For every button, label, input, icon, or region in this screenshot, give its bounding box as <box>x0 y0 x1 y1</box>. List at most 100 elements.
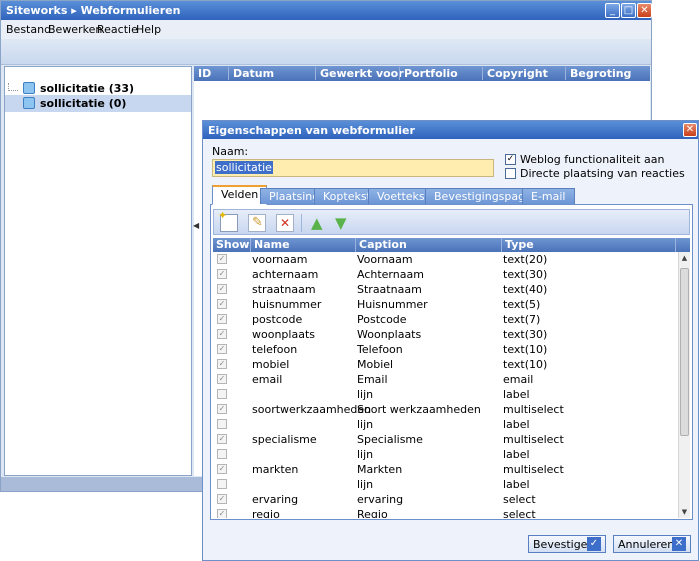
menu-reactie[interactable]: Reactie <box>97 23 138 36</box>
field-type: multiselect <box>503 463 564 476</box>
move-down-icon[interactable] <box>334 214 352 232</box>
col-id[interactable]: ID <box>194 67 211 80</box>
show-checkbox[interactable]: ✓ <box>217 434 227 444</box>
field-name: mobiel <box>252 358 290 371</box>
menu-bewerken[interactable]: Bewerken <box>48 23 102 36</box>
field-type: text(7) <box>503 313 541 326</box>
show-checkbox[interactable] <box>217 419 227 429</box>
col-show[interactable]: Show <box>213 238 249 252</box>
field-caption: Postcode <box>357 313 407 326</box>
weblog-checkbox[interactable]: ✓ <box>505 154 516 165</box>
scroll-up-icon[interactable]: ▲ <box>679 252 690 264</box>
field-type: text(30) <box>503 268 548 281</box>
tree-item-label: sollicitatie (33) <box>40 81 135 95</box>
weblog-option[interactable]: ✓ Weblog functionaliteit aan <box>505 153 664 166</box>
show-checkbox[interactable]: ✓ <box>217 254 227 264</box>
field-row[interactable]: ✓ mobiel Mobiel text(10) <box>213 357 677 372</box>
tab-velden[interactable]: Velden <box>212 185 268 205</box>
field-type: text(10) <box>503 343 548 356</box>
new-field-icon[interactable] <box>218 209 238 232</box>
field-row[interactable]: lijn label <box>213 447 677 462</box>
field-name: markten <box>252 463 299 476</box>
show-checkbox[interactable]: ✓ <box>217 509 227 518</box>
field-type: email <box>503 373 534 386</box>
field-name: huisnummer <box>252 298 322 311</box>
tab-email[interactable]: E-mail <box>522 188 575 204</box>
tree-connector <box>8 83 18 91</box>
show-checkbox[interactable]: ✓ <box>217 284 227 294</box>
field-row[interactable]: ✓ postcode Postcode text(7) <box>213 312 677 327</box>
col-type[interactable]: Type <box>501 238 534 252</box>
form-icon <box>23 82 35 94</box>
col-spacer <box>675 238 690 252</box>
show-checkbox[interactable]: ✓ <box>217 299 227 309</box>
menu-bestand[interactable]: Bestand <box>6 23 51 36</box>
scroll-down-icon[interactable]: ▼ <box>679 506 690 518</box>
tree-item-sollicitatie-33[interactable]: sollicitatie (33) <box>23 80 134 96</box>
confirm-button[interactable]: Bevestigen ✓ <box>528 535 606 553</box>
show-checkbox[interactable] <box>217 479 227 489</box>
show-checkbox[interactable] <box>217 449 227 459</box>
tree-item-sollicitatie-0[interactable]: sollicitatie (0) <box>23 95 126 111</box>
field-row[interactable]: ✓ telefoon Telefoon text(10) <box>213 342 677 357</box>
splitter-arrow-icon[interactable]: ◀ <box>193 221 201 233</box>
edit-field-icon[interactable] <box>248 214 266 232</box>
maximize-button[interactable]: □ <box>621 3 636 18</box>
field-name: achternaam <box>252 268 319 281</box>
fields-header: Show Name Caption Type <box>213 238 690 252</box>
field-row[interactable]: ✓ achternaam Achternaam text(30) <box>213 267 677 282</box>
col-copyright[interactable]: Copyright <box>482 67 548 80</box>
confirm-label: Bevestigen <box>533 538 595 551</box>
dialog-close-button[interactable]: ✕ <box>683 123 697 137</box>
field-type: text(5) <box>503 298 541 311</box>
field-row[interactable]: ✓ soortwerkzaamheden Soort werkzaamheden mu… <box>213 402 677 417</box>
show-checkbox[interactable]: ✓ <box>217 464 227 474</box>
show-checkbox[interactable] <box>217 389 227 399</box>
show-checkbox[interactable]: ✓ <box>217 404 227 414</box>
col-gewerkt-voor[interactable]: Gewerkt voor <box>315 67 404 80</box>
field-row[interactable]: ✓ specialisme Specialisme multiselect <box>213 432 677 447</box>
field-row[interactable]: lijn label <box>213 477 677 492</box>
col-datum[interactable]: Datum <box>228 67 274 80</box>
col-begroting[interactable]: Begroting <box>565 67 631 80</box>
field-row[interactable]: lijn label <box>213 417 677 432</box>
main-toolbar <box>1 39 651 65</box>
field-row[interactable]: ✓ regio Regio select <box>213 507 677 518</box>
menu-help[interactable]: Help <box>136 23 161 36</box>
naam-value: sollicitatie <box>215 161 273 174</box>
close-button[interactable]: ✕ <box>637 3 652 18</box>
field-type: select <box>503 508 536 518</box>
main-window-title: Siteworks ▸ Webformulieren <box>1 1 651 20</box>
field-caption: Specialisme <box>357 433 423 446</box>
field-row[interactable]: ✓ straatnaam Straatnaam text(40) <box>213 282 677 297</box>
field-row[interactable]: ✓ email Email email <box>213 372 677 387</box>
fields-scrollbar[interactable]: ▲ ▼ <box>678 252 690 518</box>
move-up-icon[interactable] <box>310 214 328 232</box>
velden-panel: Show Name Caption Type ✓ voornaam Voornaam… <box>210 205 693 520</box>
col-name[interactable]: Name <box>250 238 290 252</box>
field-row[interactable]: ✓ markten Markten multiselect <box>213 462 677 477</box>
show-checkbox[interactable]: ✓ <box>217 374 227 384</box>
field-row[interactable]: ✓ voornaam Voornaam text(20) <box>213 252 677 267</box>
field-row[interactable]: ✓ huisnummer Huisnummer text(5) <box>213 297 677 312</box>
col-caption[interactable]: Caption <box>355 238 407 252</box>
delete-field-icon[interactable] <box>276 214 294 232</box>
field-type: text(10) <box>503 358 548 371</box>
show-checkbox[interactable]: ✓ <box>217 344 227 354</box>
minimize-button[interactable]: _ <box>605 3 620 18</box>
col-portfolio[interactable]: Portfolio <box>399 67 458 80</box>
naam-input[interactable]: sollicitatie <box>212 159 494 177</box>
show-checkbox[interactable]: ✓ <box>217 494 227 504</box>
form-icon <box>23 97 35 109</box>
direct-checkbox[interactable] <box>505 168 516 179</box>
show-checkbox[interactable]: ✓ <box>217 314 227 324</box>
field-row[interactable]: lijn label <box>213 387 677 402</box>
show-checkbox[interactable]: ✓ <box>217 329 227 339</box>
cancel-button[interactable]: Annuleren ✕ <box>613 535 691 553</box>
show-checkbox[interactable]: ✓ <box>217 269 227 279</box>
direct-option[interactable]: Directe plaatsing van reacties <box>505 167 685 180</box>
show-checkbox[interactable]: ✓ <box>217 359 227 369</box>
field-row[interactable]: ✓ ervaring ervaring select <box>213 492 677 507</box>
field-row[interactable]: ✓ woonplaats Woonplaats text(30) <box>213 327 677 342</box>
scroll-thumb[interactable] <box>680 268 689 436</box>
